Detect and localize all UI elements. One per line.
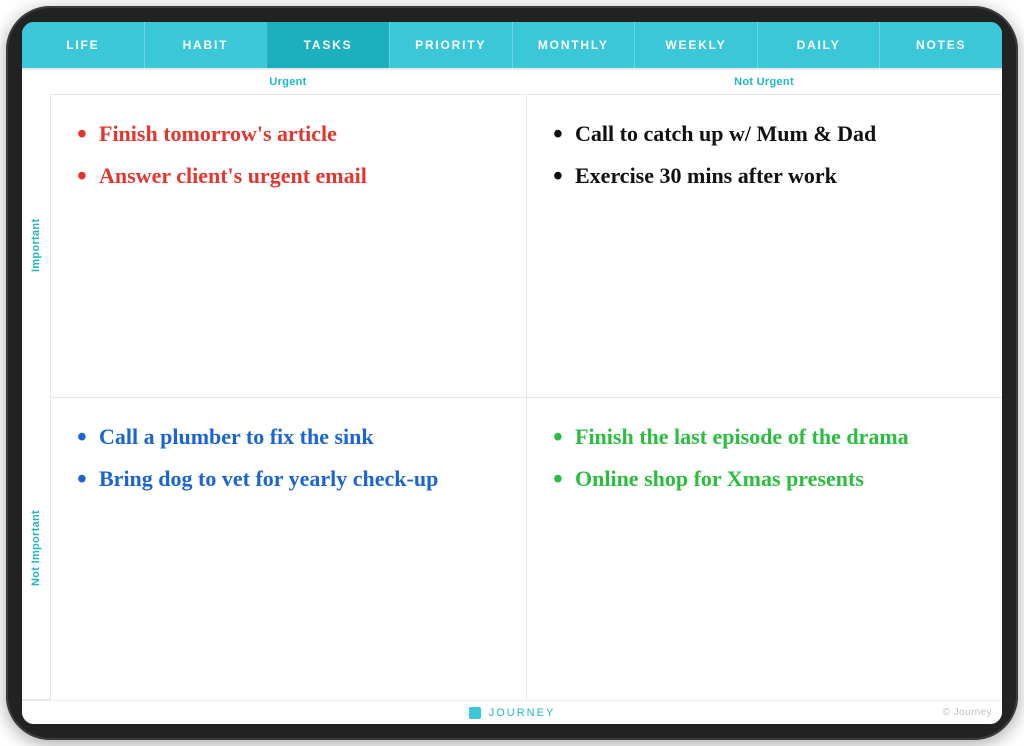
tab-life[interactable]: LIFE [22,22,144,68]
tab-habit[interactable]: HABIT [144,22,267,68]
task-item[interactable]: Call a plumber to fix the sink [75,420,500,454]
quadrant-not-important-urgent[interactable]: Call a plumber to fix the sink Bring dog… [50,397,526,700]
quadrant-not-important-not-urgent[interactable]: Finish the last episode of the drama Onl… [526,397,1002,700]
task-item[interactable]: Call to catch up w/ Mum & Dad [551,117,976,151]
task-list: Call a plumber to fix the sink Bring dog… [75,420,500,496]
eisenhower-matrix: Important Finish tomorrow's article Answ… [22,94,1002,700]
quadrant-important-not-urgent[interactable]: Call to catch up w/ Mum & Dad Exercise 3… [526,94,1002,397]
row-label-not-important: Not Important [22,397,50,700]
tablet-frame: LIFE HABIT TASKS PRIORITY MONTHLY WEEKLY… [6,6,1018,740]
column-headers: Urgent Not Urgent [50,70,1002,94]
task-item[interactable]: Bring dog to vet for yearly check-up [75,462,500,496]
app-screen: LIFE HABIT TASKS PRIORITY MONTHLY WEEKLY… [22,22,1002,724]
tab-monthly[interactable]: MONTHLY [512,22,635,68]
task-item[interactable]: Finish tomorrow's article [75,117,500,151]
tab-priority[interactable]: PRIORITY [389,22,512,68]
tab-weekly[interactable]: WEEKLY [634,22,757,68]
task-list: Finish tomorrow's article Answer client'… [75,117,500,193]
tab-daily[interactable]: DAILY [757,22,880,68]
tab-notes[interactable]: NOTES [879,22,1002,68]
task-list: Finish the last episode of the drama Onl… [551,420,976,496]
quadrant-important-urgent[interactable]: Finish tomorrow's article Answer client'… [50,94,526,397]
row-label-important: Important [22,94,50,397]
brand-icon [469,707,481,719]
col-header-urgent: Urgent [50,70,526,94]
tab-tasks[interactable]: TASKS [266,22,389,68]
task-item[interactable]: Exercise 30 mins after work [551,159,976,193]
brand-name: JOURNEY [489,707,556,719]
task-item[interactable]: Answer client's urgent email [75,159,500,193]
task-list: Call to catch up w/ Mum & Dad Exercise 3… [551,117,976,193]
col-header-not-urgent: Not Urgent [526,70,1002,94]
task-item[interactable]: Online shop for Xmas presents [551,462,976,496]
top-tabbar: LIFE HABIT TASKS PRIORITY MONTHLY WEEKLY… [22,22,1002,68]
footer: JOURNEY © Journey [22,700,1002,724]
copyright: © Journey [943,707,992,718]
task-item[interactable]: Finish the last episode of the drama [551,420,976,454]
